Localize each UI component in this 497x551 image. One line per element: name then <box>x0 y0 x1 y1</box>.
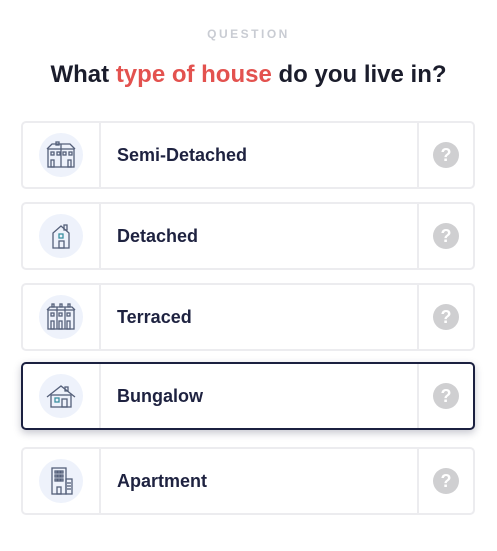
question-title: What type of house do you live in? <box>0 61 497 89</box>
option-icon-cell <box>23 364 101 428</box>
help-icon: ? <box>433 223 459 249</box>
option-label: Bungalow <box>117 385 203 406</box>
apartment-icon <box>51 467 73 495</box>
help-icon: ? <box>433 142 459 168</box>
icon-circle <box>39 374 83 418</box>
option-icon-cell <box>23 449 101 513</box>
option-semi-detached[interactable]: Semi-Detached ? <box>21 121 475 189</box>
question-eyebrow: QUESTION <box>207 27 290 41</box>
help-icon: ? <box>433 383 459 409</box>
help-icon: ? <box>433 468 459 494</box>
option-label: Semi-Detached <box>117 144 248 165</box>
option-label: Detached <box>117 225 199 246</box>
detached-house-icon <box>52 224 70 249</box>
option-icon-cell <box>23 123 101 187</box>
title-suffix: do you live in? <box>271 61 447 88</box>
icon-circle <box>39 214 83 258</box>
option-apartment[interactable]: Apartment ? <box>21 447 475 515</box>
icon-circle <box>39 295 83 339</box>
option-icon-cell <box>23 285 101 349</box>
option-bungalow[interactable]: Bungalow ? <box>21 362 475 430</box>
option-icon-cell <box>23 204 101 268</box>
help-icon: ? <box>433 304 459 330</box>
option-detached[interactable]: Detached ? <box>21 202 475 270</box>
help-button[interactable]: ? <box>417 285 473 349</box>
terraced-house-icon <box>46 303 76 330</box>
help-button[interactable]: ? <box>417 123 473 187</box>
help-button[interactable]: ? <box>417 449 473 513</box>
option-terraced[interactable]: Terraced ? <box>21 283 475 351</box>
option-label: Apartment <box>117 470 208 491</box>
icon-circle <box>39 133 83 177</box>
icon-circle <box>39 459 83 503</box>
help-button[interactable]: ? <box>417 364 473 428</box>
help-button[interactable]: ? <box>417 204 473 268</box>
semi-detached-house-icon <box>46 141 76 168</box>
title-highlight: type of house <box>115 61 272 88</box>
option-label: Terraced <box>117 306 192 327</box>
bungalow-icon <box>46 385 76 408</box>
title-prefix: What <box>50 61 116 88</box>
